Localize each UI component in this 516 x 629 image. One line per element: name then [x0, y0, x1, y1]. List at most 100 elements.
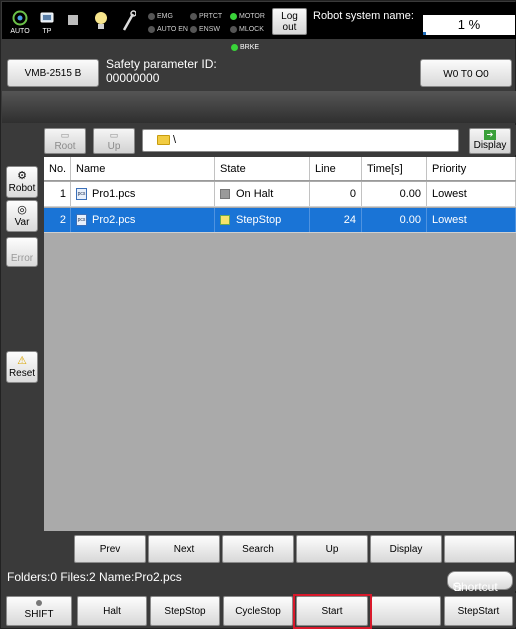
stop-icon	[68, 15, 78, 25]
file-toolbar: ▭ Root ▭ Up \ ➔ Display	[44, 125, 516, 155]
empty-button[interactable]	[444, 535, 515, 563]
row-time: 0.00	[362, 182, 427, 206]
program-table: No. Name State Line Time[s] Priority 1 p…	[44, 157, 516, 531]
row-name-cell: pcs Pro1.pcs	[71, 182, 215, 206]
row-name-cell: pcs Pro2.pcs	[71, 208, 215, 232]
row-name: Pro2.pcs	[92, 214, 136, 226]
led-auto-en-dot	[148, 26, 155, 33]
display-button-top[interactable]: ➔ Display	[469, 128, 511, 154]
led-ensw: ENSW	[190, 25, 220, 34]
row-state-cell: On Halt	[215, 182, 310, 206]
wrench-icon	[122, 10, 136, 31]
cyclestop-button[interactable]: CycleStop	[223, 596, 293, 626]
led-prtct: PRTCT	[190, 12, 222, 21]
tp-mode-indicator: TP	[35, 5, 59, 37]
row-priority: Lowest	[427, 182, 516, 206]
row-no: 2	[44, 208, 71, 232]
robot-controller-window: AUTO TP EMG PRTCT MOTOR AUTO EN ENSW MLO…	[0, 0, 516, 629]
error-button[interactable]: Error	[6, 237, 38, 267]
col-state[interactable]: State	[215, 157, 310, 180]
robot-model-button[interactable]: VMB-2515 B	[7, 59, 99, 87]
folder-icon	[157, 135, 170, 145]
led-ensw-dot	[190, 26, 197, 33]
row-state: StepStop	[236, 214, 282, 226]
display-arrow-icon: ➔	[484, 130, 496, 140]
led-motor: MOTOR	[230, 12, 265, 21]
program-file-icon: pcs	[76, 214, 87, 226]
robot-button[interactable]: ⚙ Robot	[6, 166, 38, 198]
status-line: Folders:0 Files:2 Name:Pro2.pcs ⧉ Shortc…	[2, 563, 516, 594]
next-button[interactable]: Next	[148, 535, 220, 563]
row-line: 24	[310, 208, 362, 232]
robot-system-name-label: Robot system name:	[313, 10, 414, 22]
row-priority: Lowest	[427, 208, 516, 232]
row-line: 0	[310, 182, 362, 206]
shift-indicator-icon	[36, 600, 42, 606]
action-bar: SHIFT Halt StepStop CycleStop Start Step…	[2, 593, 516, 627]
path-field[interactable]: \	[142, 129, 459, 152]
header-band	[2, 91, 516, 123]
empty-action-button[interactable]	[371, 596, 441, 626]
prev-button[interactable]: Prev	[74, 535, 146, 563]
led-emg-dot	[148, 13, 155, 20]
table-row[interactable]: 1 pcs Pro1.pcs On Halt 0 0.00 Lowest	[44, 182, 516, 207]
safety-parameter-id: 00000000	[106, 71, 160, 85]
up-folder-icon: ▭	[109, 130, 119, 140]
row-state-cell: StepStop	[215, 208, 310, 232]
folder-file-summary: Folders:0 Files:2 Name:Pro2.pcs	[7, 570, 182, 584]
led-auto-en: AUTO EN	[148, 25, 188, 34]
up-folder-button[interactable]: ▭ Up	[93, 128, 135, 154]
speed-percent-bar	[423, 32, 426, 35]
var-icon: ◎	[17, 204, 27, 216]
robot-arm-icon: ⚙	[17, 170, 27, 182]
row-state: On Halt	[236, 188, 274, 200]
up-button[interactable]: Up	[296, 535, 368, 563]
auto-icon	[12, 10, 28, 26]
logout-button[interactable]: Log out	[272, 8, 307, 35]
stepstart-button[interactable]: StepStart	[444, 596, 513, 626]
status-bar: AUTO TP EMG PRTCT MOTOR AUTO EN ENSW MLO…	[2, 2, 516, 39]
led-emg: EMG	[148, 12, 173, 21]
root-icon: ▭	[60, 130, 70, 140]
var-button[interactable]: ◎ Var	[6, 200, 38, 232]
led-mlock: MLOCK	[230, 25, 264, 34]
col-no[interactable]: No.	[44, 157, 71, 180]
reset-button[interactable]: ⚠ Reset	[6, 351, 38, 383]
safety-parameter: Safety parameter ID: 00000000	[106, 57, 217, 85]
teach-pendant-icon	[40, 12, 54, 23]
list-navigation: Prev Next Search Up Display	[74, 535, 516, 563]
col-line[interactable]: Line	[310, 157, 362, 180]
search-button[interactable]: Search	[222, 535, 294, 563]
led-prtct-dot	[190, 13, 197, 20]
row-name: Pro1.pcs	[92, 188, 136, 200]
root-button[interactable]: ▭ Root	[44, 128, 86, 154]
led-mlock-dot	[230, 26, 237, 33]
led-motor-dot	[230, 13, 237, 20]
led-brke: BRKE	[231, 44, 259, 51]
auto-label: AUTO	[10, 28, 30, 35]
stepstop-button[interactable]: StepStop	[150, 596, 220, 626]
col-time[interactable]: Time[s]	[362, 157, 427, 180]
start-highlight-frame	[293, 594, 372, 629]
speed-percent[interactable]: 1 %	[423, 15, 515, 35]
warning-icon: ⚠	[17, 355, 27, 367]
display-button[interactable]: Display	[370, 535, 442, 563]
row-time: 0.00	[362, 208, 427, 232]
tp-label: TP	[42, 28, 52, 35]
program-file-icon: pcs	[76, 188, 87, 200]
table-row-selected[interactable]: 2 pcs Pro2.pcs StepStop 24 0.00 Lowest	[44, 208, 516, 233]
auto-mode-indicator: AUTO	[8, 5, 32, 37]
lightbulb-icon	[95, 12, 107, 29]
stepstop-state-icon	[220, 215, 230, 225]
table-header: No. Name State Line Time[s] Priority	[44, 157, 516, 181]
shift-button[interactable]: SHIFT	[6, 596, 72, 626]
col-name[interactable]: Name	[71, 157, 215, 180]
row-no: 1	[44, 182, 71, 206]
halt-button[interactable]: Halt	[77, 596, 147, 626]
safety-parameter-label: Safety parameter ID:	[106, 57, 217, 71]
halt-state-icon	[220, 189, 230, 199]
led-brke-dot	[231, 44, 238, 51]
work-tool-button[interactable]: W0 T0 O0	[420, 59, 512, 87]
shortcut-button[interactable]: ⧉ Shortcut	[447, 571, 513, 594]
col-priority[interactable]: Priority	[427, 157, 516, 180]
